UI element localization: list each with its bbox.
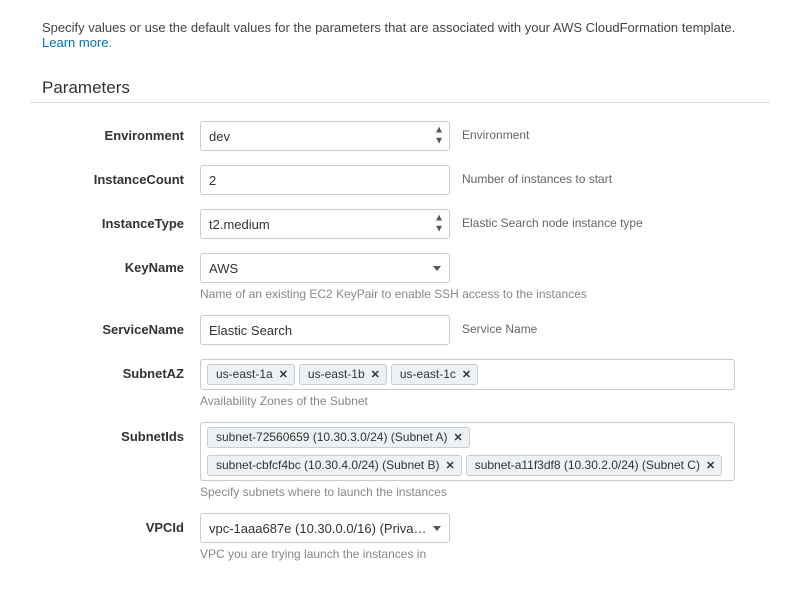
param-row-instance-count: InstanceCount Number of instances to sta… — [30, 165, 770, 195]
intro-text: Specify values or use the default values… — [30, 20, 770, 50]
param-label: VPCId — [30, 513, 200, 535]
param-row-service-name: ServiceName Service Name — [30, 315, 770, 345]
param-row-key-name: KeyName AWS Name of an existing EC2 KeyP… — [30, 253, 770, 301]
tag-item: subnet-cbfcf4bc (10.30.4.0/24) (Subnet B… — [207, 455, 462, 476]
subnet-az-tagbox[interactable]: us-east-1a✕ us-east-1b✕ us-east-1c✕ — [200, 359, 735, 390]
param-desc: VPC you are trying launch the instances … — [200, 547, 450, 561]
param-row-subnet-ids: SubnetIds subnet-72560659 (10.30.3.0/24)… — [30, 422, 770, 499]
param-desc: Specify subnets where to launch the inst… — [200, 485, 735, 499]
instance-count-input[interactable] — [200, 165, 450, 195]
instance-count-input-wrap — [200, 165, 450, 195]
tag-item: us-east-1c✕ — [391, 364, 478, 385]
remove-tag-icon[interactable]: ✕ — [445, 459, 454, 472]
caret-down-icon — [433, 526, 441, 531]
param-label: InstanceType — [30, 209, 200, 231]
param-label: Environment — [30, 121, 200, 143]
intro-copy: Specify values or use the default values… — [42, 20, 735, 35]
section-title: Parameters — [30, 78, 770, 98]
param-desc: Availability Zones of the Subnet — [200, 394, 735, 408]
tag-item: us-east-1b✕ — [299, 364, 387, 385]
instance-type-select-wrap: t2.medium ▲▼ — [200, 209, 450, 239]
environment-select[interactable]: dev — [200, 121, 450, 151]
service-name-input-wrap — [200, 315, 450, 345]
remove-tag-icon[interactable]: ✕ — [454, 431, 463, 444]
param-label: ServiceName — [30, 315, 200, 337]
service-name-input[interactable] — [200, 315, 450, 345]
param-label: KeyName — [30, 253, 200, 275]
instance-type-select[interactable]: t2.medium — [200, 209, 450, 239]
param-row-instance-type: InstanceType t2.medium ▲▼ Elastic Search… — [30, 209, 770, 239]
remove-tag-icon[interactable]: ✕ — [462, 368, 471, 381]
remove-tag-icon[interactable]: ✕ — [706, 459, 715, 472]
param-desc: Elastic Search node instance type — [462, 209, 643, 230]
param-desc: Name of an existing EC2 KeyPair to enabl… — [200, 287, 587, 301]
remove-tag-icon[interactable]: ✕ — [371, 368, 380, 381]
key-name-value: AWS — [209, 261, 427, 276]
param-label: InstanceCount — [30, 165, 200, 187]
tag-item: us-east-1a✕ — [207, 364, 295, 385]
param-row-environment: Environment dev ▲▼ Environment — [30, 121, 770, 151]
param-desc: Number of instances to start — [462, 165, 612, 186]
caret-down-icon — [433, 266, 441, 271]
vpc-id-dropdown[interactable]: vpc-1aaa687e (10.30.0.0/16) (Private V..… — [200, 513, 450, 543]
param-desc: Service Name — [462, 315, 537, 336]
param-row-vpc-id: VPCId vpc-1aaa687e (10.30.0.0/16) (Priva… — [30, 513, 770, 561]
tag-item: subnet-a11f3df8 (10.30.2.0/24) (Subnet C… — [466, 455, 722, 476]
section-divider — [30, 102, 770, 103]
subnet-ids-tagbox[interactable]: subnet-72560659 (10.30.3.0/24) (Subnet A… — [200, 422, 735, 481]
param-label: SubnetAZ — [30, 359, 200, 381]
vpc-id-value: vpc-1aaa687e (10.30.0.0/16) (Private V..… — [209, 521, 427, 536]
tag-item: subnet-72560659 (10.30.3.0/24) (Subnet A… — [207, 427, 470, 448]
param-row-subnet-az: SubnetAZ us-east-1a✕ us-east-1b✕ us-east… — [30, 359, 770, 408]
key-name-dropdown[interactable]: AWS — [200, 253, 450, 283]
param-desc: Environment — [462, 121, 529, 142]
param-label: SubnetIds — [30, 422, 200, 444]
remove-tag-icon[interactable]: ✕ — [279, 368, 288, 381]
environment-select-wrap: dev ▲▼ — [200, 121, 450, 151]
learn-more-link[interactable]: Learn more. — [42, 35, 112, 50]
